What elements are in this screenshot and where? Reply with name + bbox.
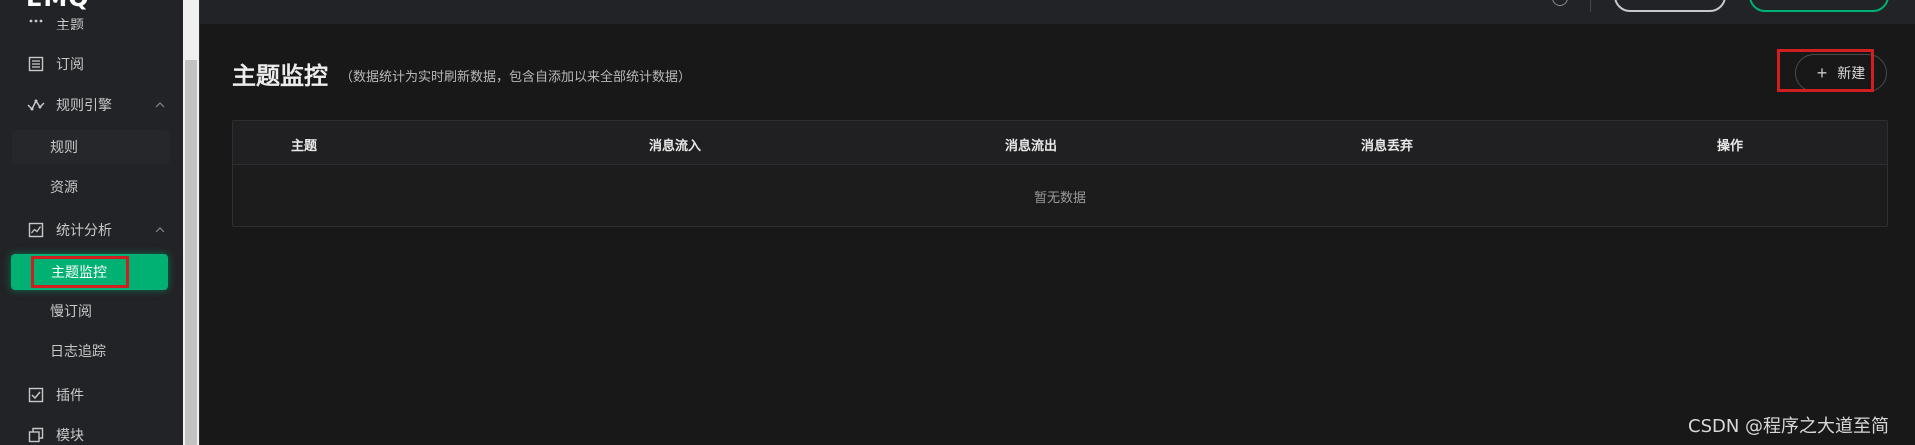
top-header xyxy=(200,0,1915,24)
sidebar-item-label: 规则引擎 xyxy=(56,98,112,114)
watermark: CSDN @程序之大道至简 xyxy=(1688,416,1890,437)
sidebar-subitem-label: 主题监控 xyxy=(51,265,107,281)
table-empty-text: 暂无数据 xyxy=(1033,191,1086,206)
header-outline-button[interactable] xyxy=(1614,0,1726,12)
page-subtitle: （数据统计为实时刷新数据，包含自添加以来全部统计数据） xyxy=(340,70,692,85)
annotation-highlight-box xyxy=(1777,49,1874,92)
scrollbar-thumb[interactable] xyxy=(185,60,197,445)
sidebar-subitem-label: 规则 xyxy=(50,140,78,156)
list-icon xyxy=(27,55,45,73)
sidebar-item-label: 插件 xyxy=(56,388,84,404)
chart-line-icon xyxy=(27,221,45,239)
sidebar-item-modules[interactable]: 模块 xyxy=(0,417,183,445)
sidebar-subitem-log-trace[interactable]: 日志追踪 xyxy=(12,334,170,368)
sidebar-scrollbar[interactable] xyxy=(183,0,199,445)
topic-metrics-table: 主题 消息流入 消息流出 消息丢弃 操作 暂无数据 xyxy=(232,120,1888,227)
sidebar-item-label: 订阅 xyxy=(56,57,84,73)
column-header-topic: 主题 xyxy=(291,139,318,154)
sidebar-subitem-resources[interactable]: 资源 xyxy=(12,170,170,204)
sidebar-item-label: 模块 xyxy=(56,428,84,444)
header-primary-button[interactable] xyxy=(1749,0,1889,12)
sidebar-item-subscriptions[interactable]: 订阅 xyxy=(0,46,183,82)
column-header-messages-dropped: 消息丢弃 xyxy=(1361,139,1414,154)
chevron-up-icon xyxy=(155,227,165,233)
module-icon xyxy=(27,426,45,444)
header-divider xyxy=(1590,0,1591,12)
sidebar-subitem-label: 日志追踪 xyxy=(50,344,106,360)
page-title: 主题监控 xyxy=(232,62,328,90)
sidebar-item-topic-partial[interactable]: 主题 xyxy=(0,6,183,30)
sidebar-item-statistics[interactable]: 统计分析 xyxy=(0,212,183,248)
sidebar-item-label: 统计分析 xyxy=(56,223,112,239)
sidebar: EMQ 主题 订阅 规则引擎 规则 资源 统计分析 主题监控 慢订阅 xyxy=(0,0,200,445)
checkbox-icon xyxy=(27,386,45,404)
sidebar-subitem-label: 资源 xyxy=(50,180,78,196)
sidebar-subitem-rules[interactable]: 规则 xyxy=(12,130,170,164)
column-header-actions: 操作 xyxy=(1717,139,1744,154)
sidebar-item-rule-engine[interactable]: 规则引擎 xyxy=(0,87,183,123)
sidebar-subitem-label: 慢订阅 xyxy=(50,304,92,320)
table-header: 主题 消息流入 消息流出 消息丢弃 操作 xyxy=(233,121,1887,165)
sidebar-item-label: 主题 xyxy=(56,18,84,30)
rule-engine-icon xyxy=(27,96,45,114)
column-header-messages-out: 消息流出 xyxy=(1005,139,1058,154)
chevron-up-icon xyxy=(155,102,165,108)
sidebar-subitem-slow-subscriptions[interactable]: 慢订阅 xyxy=(12,294,170,328)
help-icon[interactable] xyxy=(1552,0,1568,6)
topic-icon xyxy=(27,9,45,27)
sidebar-subitem-topic-monitor[interactable]: 主题监控 xyxy=(11,254,168,290)
column-header-messages-in: 消息流入 xyxy=(649,139,702,154)
sidebar-item-plugins[interactable]: 插件 xyxy=(0,377,183,413)
